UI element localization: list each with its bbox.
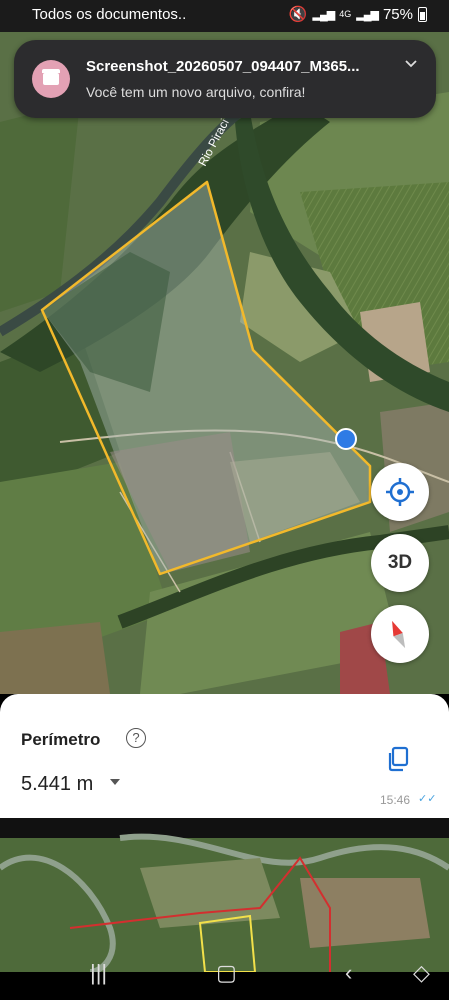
unit-dropdown-icon[interactable] bbox=[110, 779, 120, 785]
map-imagery: Rio Piraci Comerciar bbox=[0, 32, 449, 694]
compass-button[interactable] bbox=[371, 605, 429, 663]
status-icons: 🔇 ▂▄▆ 4G ▂▄▆ 75% bbox=[289, 5, 427, 23]
back-button[interactable]: ‹ bbox=[345, 960, 352, 986]
battery-level: 75% bbox=[382, 5, 413, 23]
measure-sheet: Perímetro ? 5.441 m 15:46 ✓✓ bbox=[0, 694, 449, 818]
notification-body: Você tem um novo arquivo, confira! bbox=[86, 84, 306, 100]
message-time: 15:46 bbox=[380, 793, 411, 807]
archive-icon bbox=[32, 60, 70, 98]
read-ticks: ✓✓ bbox=[418, 793, 437, 805]
locate-button[interactable] bbox=[371, 463, 429, 521]
perimeter-value[interactable]: 5.441 m bbox=[21, 773, 93, 796]
satellite-map[interactable]: Rio Piraci Comerciar bbox=[0, 32, 449, 694]
notification-title: Screenshot_20260507_094407_M365... bbox=[86, 58, 360, 75]
network-type: 4G bbox=[339, 9, 352, 19]
crosshair-icon bbox=[386, 478, 414, 506]
map-thumbnail[interactable] bbox=[0, 818, 449, 972]
home-button[interactable]: ▢ bbox=[216, 960, 237, 986]
three-d-button[interactable]: 3D bbox=[371, 534, 429, 592]
wifi-signal-icon: ▂▄▆ bbox=[312, 8, 336, 21]
cell-signal-icon: ▂▄▆ bbox=[356, 8, 379, 21]
recent-apps-button[interactable]: ||| bbox=[90, 960, 107, 986]
system-nav-bar: ||| ▢ ‹ ◇ bbox=[0, 960, 449, 1000]
chevron-down-icon[interactable] bbox=[404, 56, 418, 72]
status-bar: Todos os documentos.. 🔇 ▂▄▆ 4G ▂▄▆ 75% bbox=[0, 0, 449, 32]
battery-icon bbox=[418, 6, 427, 22]
perimeter-label: Perímetro bbox=[21, 730, 101, 749]
mute-icon: 🔇 bbox=[288, 6, 308, 23]
three-d-label: 3D bbox=[387, 552, 413, 573]
current-location-dot bbox=[335, 428, 357, 450]
notification-banner[interactable]: Screenshot_20260507_094407_M365... Você … bbox=[14, 40, 436, 118]
compass-icon bbox=[392, 620, 406, 649]
copy-icon[interactable] bbox=[386, 746, 410, 777]
help-icon[interactable]: ? bbox=[126, 728, 146, 748]
rotate-icon[interactable]: ◇ bbox=[413, 960, 430, 986]
status-notification-text: Todos os documentos.. bbox=[32, 6, 187, 23]
